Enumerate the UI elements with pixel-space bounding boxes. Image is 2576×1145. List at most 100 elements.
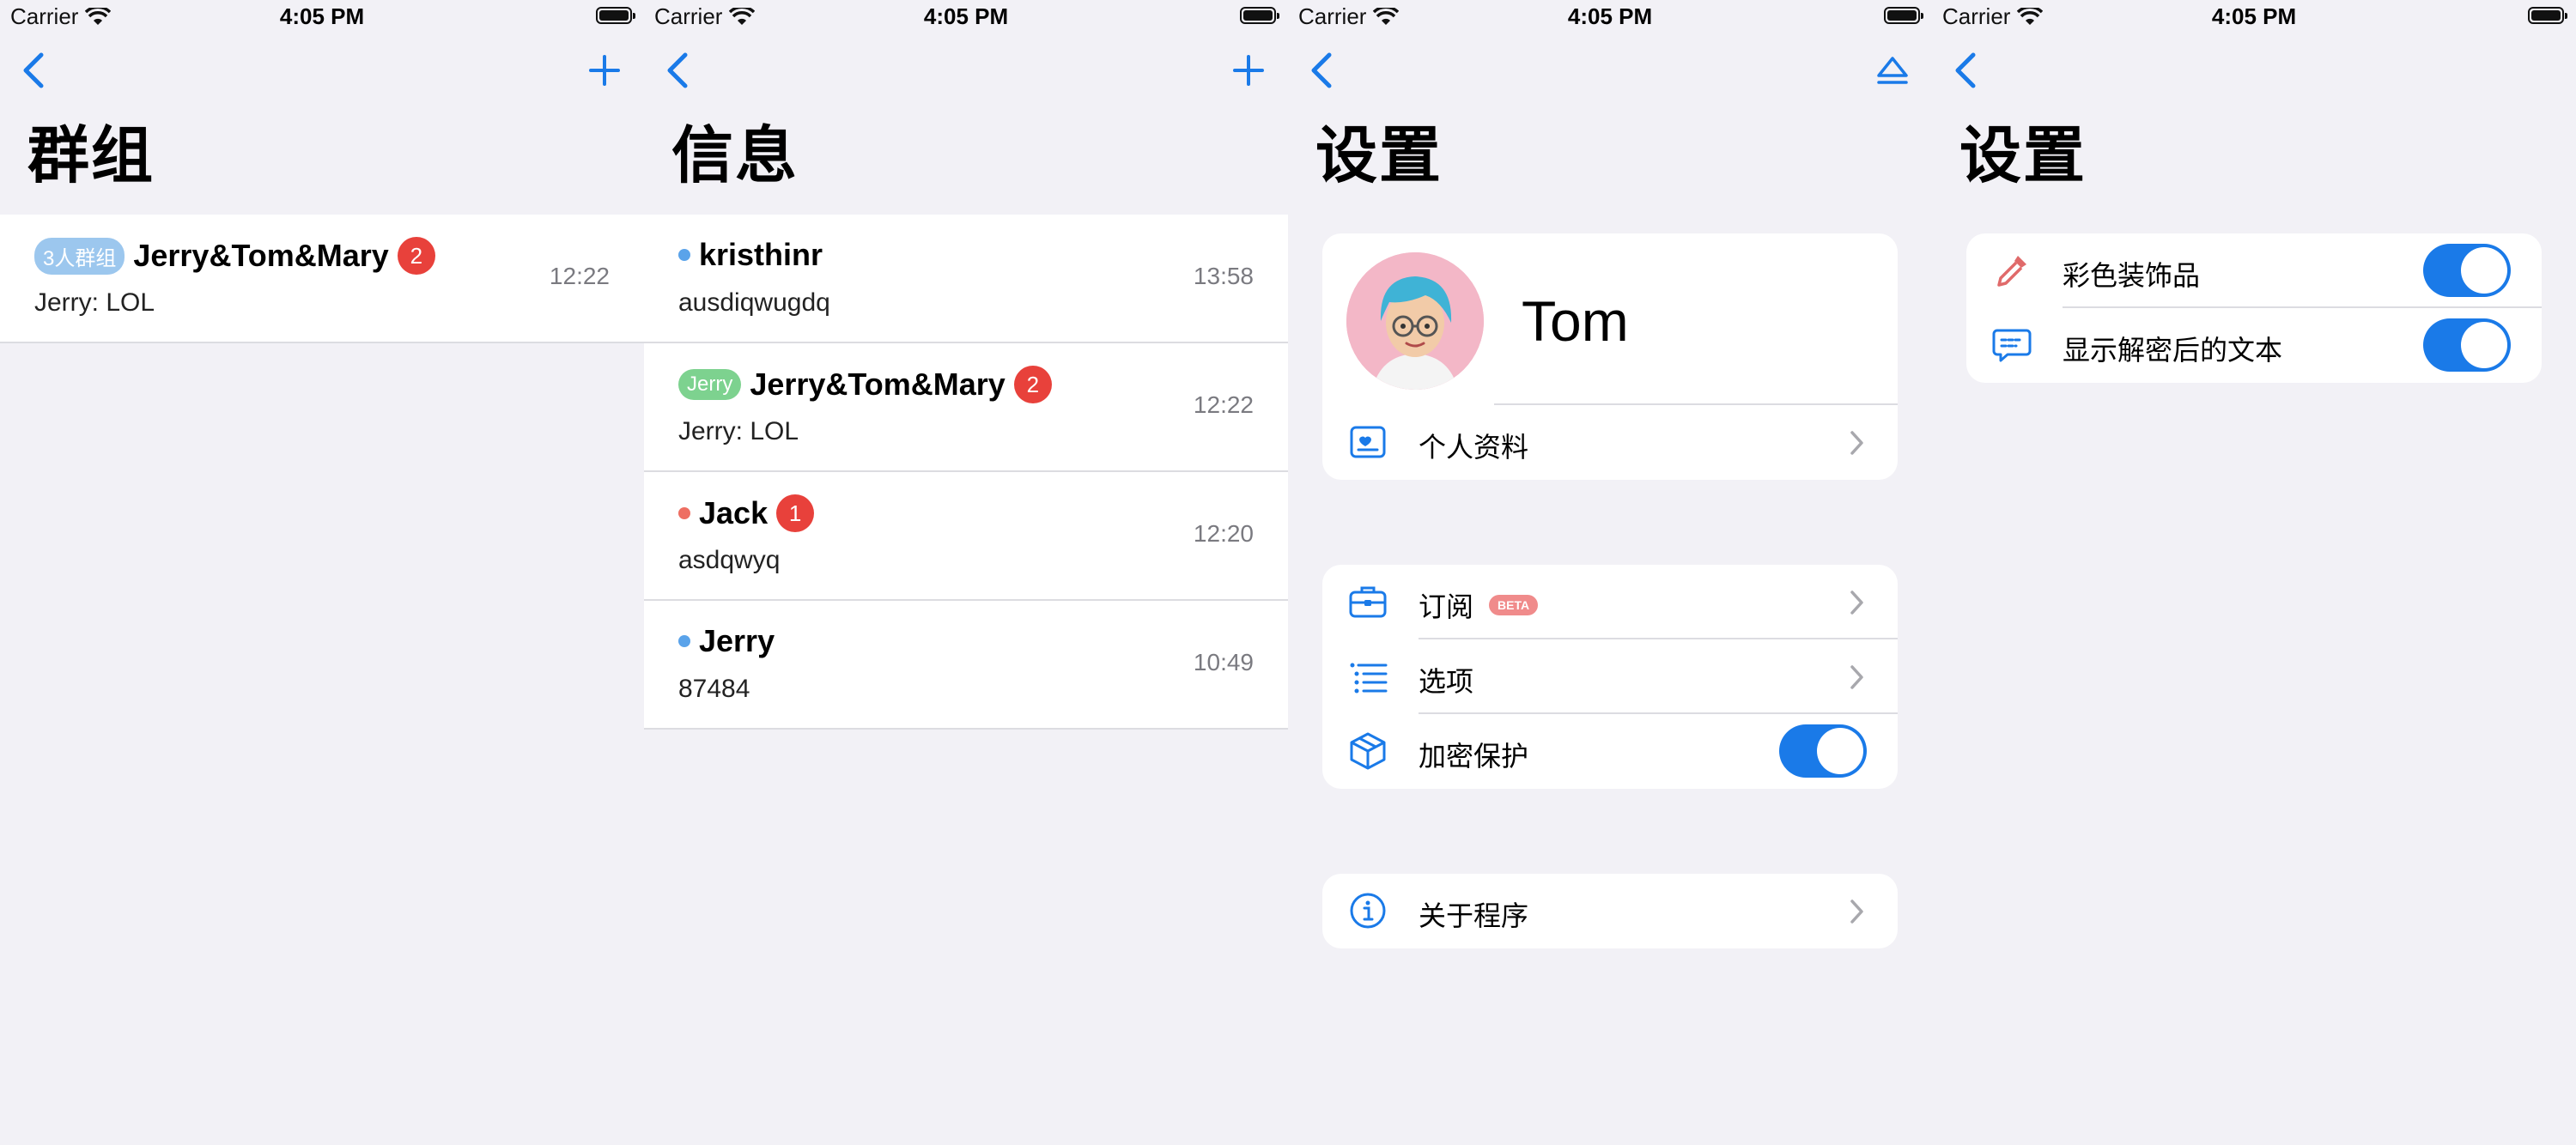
status-bar: Carrier 4:05 PM — [1932, 0, 2576, 34]
list-icon — [1350, 663, 1388, 694]
unread-badge: 2 — [397, 237, 435, 275]
status-dot-icon — [678, 507, 690, 519]
back-chevron-icon[interactable] — [1307, 51, 1338, 89]
status-time: 4:05 PM — [279, 3, 365, 29]
row-name: Jerry — [699, 623, 775, 658]
colorful-label: 彩色装饰品 — [2063, 254, 2200, 294]
row-time: 12:22 — [1193, 391, 1254, 418]
memoji-avatar-icon — [1346, 252, 1484, 390]
row-name: Jack — [699, 495, 769, 530]
subscribe-label: 订阅 BETA — [1419, 585, 1539, 625]
back-chevron-icon[interactable] — [663, 51, 694, 89]
row-preview: asdqwyq — [678, 546, 781, 574]
beta-badge: BETA — [1489, 595, 1539, 615]
row-name: kristhinr — [699, 237, 823, 272]
eyedropper-icon — [1997, 256, 2026, 287]
encryption-text: 加密保护 — [1419, 741, 1529, 772]
subscribe-text: 订阅 — [1419, 591, 1474, 622]
status-time: 4:05 PM — [2211, 3, 2297, 29]
add-icon[interactable] — [1230, 51, 1267, 89]
profile-card: Tom 个人资料 — [1322, 233, 1898, 480]
battery-icon — [596, 7, 635, 24]
sender-tag: Jerry — [678, 369, 742, 400]
about-card: 关于程序 — [1322, 874, 1898, 948]
options-row[interactable]: 选项 — [1322, 639, 1898, 714]
encryption-row: 加密保护 — [1322, 714, 1898, 789]
cube-icon — [1350, 732, 1386, 770]
row-name: Jerry&Tom&Mary — [750, 367, 1005, 402]
page-title: 信息 — [671, 122, 799, 191]
chevron-right-icon — [1850, 900, 1863, 924]
row-title-line: Jerry — [678, 623, 775, 659]
about-row[interactable]: 关于程序 — [1322, 874, 1898, 948]
page-title: 设置 — [1959, 122, 2087, 191]
screens-container: Carrier 4:05 PM 群组 3人群组 Jerry&Tom&Mary 2… — [0, 0, 2576, 1145]
chevron-right-icon — [1850, 665, 1863, 689]
row-title-line: kristhinr — [678, 237, 823, 273]
message-list: kristhinr ausdiqwugdq 13:58 Jerry Jerry&… — [644, 215, 1288, 730]
chevron-right-icon — [1850, 591, 1863, 615]
page-title: 设置 — [1315, 122, 1443, 191]
subscribe-row[interactable]: 订阅 BETA — [1322, 565, 1898, 639]
page-title: 群组 — [27, 122, 155, 191]
colorful-text: 彩色装饰品 — [2063, 260, 2201, 291]
avatar — [1346, 252, 1484, 390]
status-time: 4:05 PM — [1567, 3, 1653, 29]
list-item[interactable]: Jack 1 asdqwyq 12:20 — [644, 472, 1288, 601]
options-text: 选项 — [1419, 666, 1474, 697]
profile-info-label: 个人资料 — [1419, 426, 1528, 465]
appearance-card: 彩色装饰品 显示解密后的文本 — [1966, 233, 2542, 383]
chevron-right-icon — [1850, 431, 1863, 455]
show-decrypted-toggle[interactable] — [2423, 318, 2511, 372]
encryption-toggle[interactable] — [1779, 724, 1867, 778]
eject-icon[interactable] — [1874, 51, 1911, 89]
row-title-line: 3人群组 Jerry&Tom&Mary 2 — [34, 237, 435, 275]
toggle-knob — [2461, 322, 2507, 368]
message-bubble-icon — [1992, 329, 2032, 362]
status-bar: Carrier 4:05 PM — [1288, 0, 1932, 34]
row-name: Jerry&Tom&Mary — [133, 238, 389, 273]
options-label: 选项 — [1419, 660, 1473, 700]
toggle-knob — [2461, 247, 2507, 294]
back-chevron-icon[interactable] — [19, 51, 50, 89]
profile-info-text: 个人资料 — [1419, 432, 1529, 463]
back-chevron-icon[interactable] — [1951, 51, 1982, 89]
settings-card: 订阅 BETA 选项 加密保护 — [1322, 565, 1898, 789]
row-preview: Jerry: LOL — [678, 417, 799, 445]
screen-groups: Carrier 4:05 PM 群组 3人群组 Jerry&Tom&Mary 2… — [0, 0, 644, 1145]
screen-appearance-settings: Carrier 4:05 PM 设置 彩色装饰品 显示解密后的文本 — [1932, 0, 2576, 1145]
about-label: 关于程序 — [1419, 894, 1528, 934]
colorful-toggle[interactable] — [2423, 244, 2511, 297]
show-decrypted-label: 显示解密后的文本 — [2063, 329, 2282, 368]
briefcase-icon — [1349, 586, 1387, 618]
list-item[interactable]: kristhinr ausdiqwugdq 13:58 — [644, 215, 1288, 343]
row-time: 13:58 — [1193, 263, 1254, 289]
profile-card-icon — [1350, 426, 1386, 458]
add-icon[interactable] — [586, 51, 623, 89]
group-tag: 3人群组 — [34, 237, 125, 275]
profile-name: Tom — [1522, 289, 1629, 353]
unread-badge: 1 — [776, 494, 815, 532]
list-item[interactable]: Jerry 87484 10:49 — [644, 601, 1288, 730]
list-item[interactable]: 3人群组 Jerry&Tom&Mary 2 Jerry: LOL 12:22 — [0, 215, 644, 343]
row-preview: Jerry: LOL — [34, 288, 155, 317]
battery-icon — [1240, 7, 1279, 24]
row-title-line: Jerry Jerry&Tom&Mary 2 — [678, 366, 1052, 403]
row-preview: ausdiqwugdq — [678, 288, 830, 317]
profile-info-row[interactable]: 个人资料 — [1322, 405, 1898, 480]
online-dot-icon — [678, 635, 690, 647]
show-decrypted-row: 显示解密后的文本 — [1966, 308, 2542, 383]
toggle-knob — [1817, 728, 1863, 774]
online-dot-icon — [678, 249, 690, 261]
row-time: 12:20 — [1193, 520, 1254, 547]
list-item[interactable]: Jerry Jerry&Tom&Mary 2 Jerry: LOL 12:22 — [644, 343, 1288, 472]
profile-header[interactable]: Tom — [1322, 233, 1898, 405]
colorful-row: 彩色装饰品 — [1966, 233, 2542, 308]
unread-badge: 2 — [1013, 366, 1052, 403]
screen-messages: Carrier 4:05 PM 信息 kristhinr ausdiqwugdq… — [644, 0, 1288, 1145]
battery-icon — [1884, 7, 1923, 24]
show-decrypted-text: 显示解密后的文本 — [2063, 335, 2283, 366]
row-time: 10:49 — [1193, 649, 1254, 675]
info-icon — [1350, 893, 1386, 929]
status-bar: Carrier 4:05 PM — [0, 0, 644, 34]
